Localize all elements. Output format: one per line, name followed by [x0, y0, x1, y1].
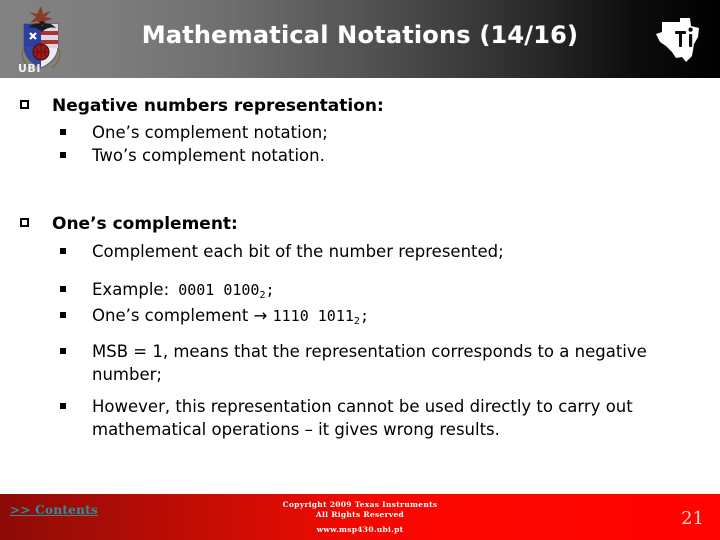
- example-line: Example: 0001 01002;: [0, 278, 720, 304]
- complement-base-subscript: 2: [353, 316, 360, 327]
- slide: UBI Mathematical Notations (14/16) Negat…: [0, 0, 720, 540]
- complement-value-wrap: 1110 10112;: [272, 307, 369, 327]
- dot-bullet-icon: [60, 129, 66, 135]
- section-heading: One’s complement:: [0, 213, 720, 236]
- slide-header: UBI Mathematical Notations (14/16): [0, 0, 720, 78]
- complement-line: One’s complement → 1110 10112;: [0, 304, 720, 330]
- section-heading-text: One’s complement:: [52, 214, 238, 234]
- example-base-subscript: 2: [259, 290, 266, 301]
- complement-label: One’s complement: [92, 306, 249, 325]
- dot-bullet-icon: [60, 248, 66, 254]
- ti-texas-instruments-logo: [650, 12, 706, 68]
- list-item-text: One’s complement notation;: [92, 123, 328, 142]
- example-terminator: ;: [265, 281, 275, 299]
- msb-item-group: MSB = 1, means that the representation c…: [0, 340, 720, 386]
- copyright-line-2: All Rights Reserved: [315, 510, 405, 519]
- example-value-wrap: 0001 01002;: [169, 281, 275, 301]
- section-heading: Negative numbers representation:: [0, 95, 720, 118]
- website-url: www.msp430.ubi.pt: [316, 525, 404, 534]
- list-item: However, this representation cannot be u…: [0, 395, 720, 441]
- list-item: Complement each bit of the number repres…: [0, 240, 720, 263]
- however-item-group: However, this representation cannot be u…: [0, 395, 720, 441]
- dot-bullet-icon: [60, 286, 66, 292]
- complement-binary-value: 1110 1011: [272, 307, 354, 325]
- example-group: Example: 0001 01002; One’s complement → …: [0, 278, 720, 330]
- example-binary-value: 0001 0100: [178, 281, 260, 299]
- dot-bullet-icon: [60, 312, 66, 318]
- list-item-text: Complement each bit of the number repres…: [92, 242, 504, 261]
- list-item-text: Two’s complement notation.: [92, 146, 325, 165]
- square-bullet-icon: [20, 100, 29, 109]
- slide-footer: >> Contents Copyright 2009 Texas Instrum…: [0, 494, 720, 540]
- dot-bullet-icon: [60, 348, 66, 354]
- arrow-icon: →: [248, 306, 273, 325]
- page-title: Mathematical Notations (14/16): [141, 21, 579, 49]
- ubi-logo-label: UBI: [18, 62, 41, 75]
- section-negative-numbers: Negative numbers representation: One’s c…: [0, 95, 720, 167]
- section-heading-text: Negative numbers representation:: [52, 96, 384, 116]
- complement-terminator: ;: [359, 307, 369, 325]
- list-item: One’s complement notation;: [0, 121, 720, 144]
- square-bullet-icon: [20, 218, 29, 227]
- dot-bullet-icon: [60, 403, 66, 409]
- list-item-text: MSB = 1, means that the representation c…: [92, 342, 647, 384]
- copyright-block: Copyright 2009 Texas Instruments All Rig…: [0, 500, 720, 535]
- section-ones-complement: One’s complement: Complement each bit of…: [0, 213, 720, 263]
- slide-content: Negative numbers representation: One’s c…: [0, 78, 720, 490]
- example-label: Example:: [92, 280, 170, 299]
- copyright-line-1: Copyright 2009 Texas Instruments: [282, 500, 438, 509]
- list-item: Two’s complement notation.: [0, 144, 720, 167]
- list-item-text: However, this representation cannot be u…: [92, 397, 633, 439]
- page-number: 21: [681, 508, 704, 529]
- list-item: MSB = 1, means that the representation c…: [0, 340, 720, 386]
- dot-bullet-icon: [60, 152, 66, 158]
